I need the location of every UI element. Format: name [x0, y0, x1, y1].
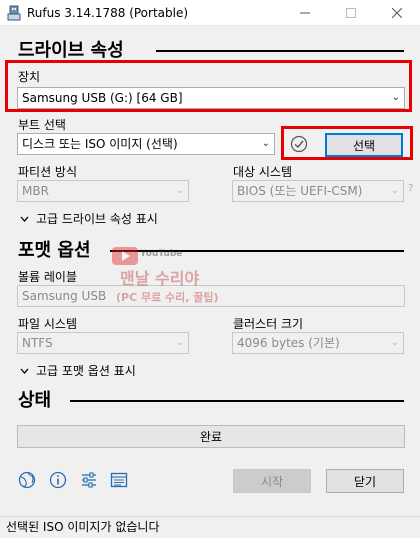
format-options-heading: 포맷 옵션 [18, 240, 91, 261]
device-value: Samsung USB (G:) [64 GB] [22, 91, 183, 105]
advanced-format-toggle[interactable]: 고급 포맷 옵션 표시 [20, 362, 136, 379]
watermark-title: 맨날 수리야 [120, 269, 200, 288]
boot-selection-value: 디스크 또는 ISO 이미지 (선택) [22, 137, 178, 151]
drive-properties-heading: 드라이브 속성 [18, 40, 124, 61]
volume-label-label: 볼륨 레이블 [18, 270, 78, 284]
chevron-down-icon: ⌄ [390, 185, 399, 196]
target-system-select[interactable]: BIOS (또는 UEFI-CSM) ⌄ [232, 180, 404, 202]
section-divider [156, 50, 404, 52]
boot-selection-label: 부트 선택 [18, 118, 66, 132]
partition-scheme-value: MBR [22, 184, 49, 198]
close-button[interactable]: 닫기 [326, 469, 404, 493]
minimize-icon[interactable] [282, 0, 328, 26]
chevron-down-icon: ⌄ [391, 92, 400, 103]
play-logo-icon [112, 247, 138, 265]
target-system-value: BIOS (또는 UEFI-CSM) [237, 184, 363, 198]
log-icon[interactable] [109, 470, 129, 490]
status-heading: 상태 [18, 390, 52, 411]
channel-watermark: YouTube 맨날 수리야 (PC 무료 수리, 꿀팁) [112, 243, 242, 313]
cluster-size-select[interactable]: 4096 bytes (기본) ⌄ [232, 332, 404, 354]
file-system-select[interactable]: NTFS ⌄ [17, 332, 189, 354]
usb-drive-icon [7, 5, 21, 21]
advanced-drive-toggle[interactable]: 고급 드라이브 속성 표시 [20, 210, 158, 227]
chevron-down-icon [20, 368, 29, 374]
maximize-icon[interactable] [328, 0, 374, 26]
chevron-down-icon: ⌄ [175, 337, 184, 348]
file-system-label: 파일 시스템 [18, 317, 78, 331]
progress-text: 완료 [199, 430, 223, 444]
close-icon[interactable] [374, 0, 420, 26]
watermark-subtitle: (PC 무료 수리, 꿀팁) [116, 291, 219, 304]
chevron-down-icon: ⌄ [175, 185, 184, 196]
status-bar: 선택된 ISO 이미지가 없습니다 [0, 516, 420, 538]
boot-selection-select[interactable]: 디스크 또는 ISO 이미지 (선택) ⌄ [17, 133, 275, 155]
progress-bar: 완료 [17, 425, 405, 448]
file-system-value: NTFS [22, 336, 53, 350]
window-title: Rufus 3.14.1788 (Portable) [27, 6, 189, 20]
target-system-label: 대상 시스템 [233, 165, 293, 179]
title-bar: Rufus 3.14.1788 (Portable) [0, 0, 420, 26]
watermark-brand: YouTube [140, 249, 183, 259]
globe-icon[interactable] [17, 470, 37, 490]
advanced-format-toggle-label: 고급 포맷 옵션 표시 [36, 364, 136, 378]
chevron-down-icon: ⌄ [390, 337, 399, 348]
info-icon[interactable] [48, 470, 68, 490]
partition-scheme-label: 파티션 방식 [18, 165, 78, 179]
cluster-size-label: 클러스터 크기 [233, 317, 304, 331]
cluster-size-value: 4096 bytes (기본) [237, 336, 340, 350]
device-select[interactable]: Samsung USB (G:) [64 GB] ⌄ [17, 87, 405, 109]
checksum-check-icon[interactable] [289, 134, 309, 154]
device-label: 장치 [18, 70, 41, 84]
chevron-down-icon: ⌄ [261, 138, 270, 149]
start-button[interactable]: 시작 [233, 469, 311, 493]
status-bar-text: 선택된 ISO 이미지가 없습니다 [6, 520, 160, 534]
partition-scheme-select[interactable]: MBR ⌄ [17, 180, 189, 202]
select-button[interactable]: 선택 [325, 133, 403, 157]
advanced-drive-toggle-label: 고급 드라이브 속성 표시 [36, 212, 158, 226]
chevron-down-icon [20, 216, 29, 222]
sliders-icon[interactable] [79, 470, 99, 490]
help-icon[interactable]: ? [408, 183, 413, 194]
section-divider [70, 400, 404, 402]
